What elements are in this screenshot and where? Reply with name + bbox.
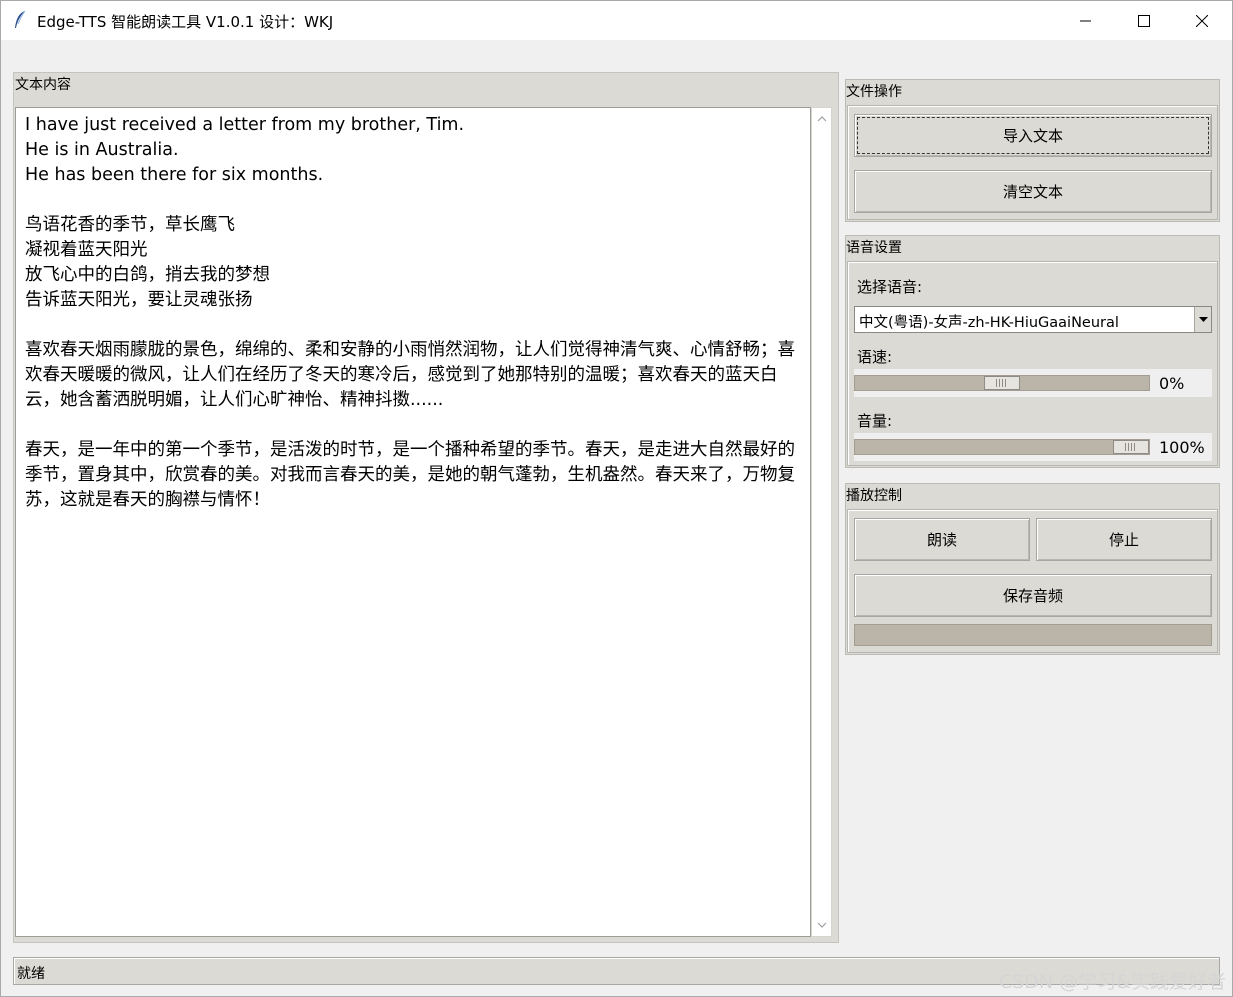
import-text-button[interactable]: 导入文本 <box>854 114 1212 157</box>
rate-label: 语速: <box>857 348 893 366</box>
voice-select-label: 选择语音: <box>857 278 923 296</box>
rate-slider-thumb[interactable] <box>984 376 1020 390</box>
rate-slider[interactable] <box>854 375 1150 391</box>
dropdown-button[interactable] <box>1194 307 1211 332</box>
playback-label: 播放控制 <box>846 488 902 504</box>
minimize-icon <box>1080 20 1091 21</box>
text-line <box>25 313 805 338</box>
text-line: He is in Australia. <box>25 140 179 160</box>
volume-value: 100% <box>1159 438 1205 457</box>
text-content-label: 文本内容 <box>15 77 71 93</box>
text-line <box>25 413 805 438</box>
text-line: 放飞心中的白鸽，捎去我的梦想 <box>25 265 270 285</box>
text-line: I have just received a letter from my br… <box>25 115 465 135</box>
text-editor[interactable]: I have just received a letter from my br… <box>15 107 811 937</box>
voice-select-value: 中文(粤语)-女声-zh-HK-HiuGaaiNeural <box>859 315 1119 331</box>
grip-icon <box>996 379 1008 387</box>
text-line: 鸟语花香的季节，草长鹰飞 <box>25 215 235 235</box>
text-line: 告诉蓝天阳光，要让灵魂张扬 <box>25 290 253 310</box>
status-text: 就绪 <box>17 966 45 982</box>
vertical-scrollbar[interactable] <box>811 107 832 937</box>
text-line: 喜欢春天烟雨朦胧的景色，绵绵的、柔和安静的小雨悄然润物，让人们觉得神清气爽、心情… <box>25 340 795 410</box>
text-line: He has been there for six months. <box>25 165 324 185</box>
text-line: 春天，是一年中的第一个季节，是活泼的时节，是一个播种希望的季节。春天，是走进大自… <box>25 440 795 510</box>
grip-icon <box>1125 443 1137 451</box>
scroll-down-icon[interactable] <box>817 920 827 930</box>
watermark: CSDN @学习&实践爱好者 <box>998 971 1226 993</box>
voice-settings-label: 语音设置 <box>846 240 902 256</box>
maximize-button[interactable] <box>1115 1 1173 40</box>
text-line: 凝视着蓝天阳光 <box>25 240 148 260</box>
voice-select[interactable]: 中文(粤语)-女声-zh-HK-HiuGaaiNeural <box>854 306 1212 333</box>
scroll-up-icon[interactable] <box>817 114 827 124</box>
app-window: Edge-TTS 智能朗读工具 V1.0.1 设计：WKJ 文本内容 I hav… <box>0 0 1233 997</box>
rate-slider-row: 0% <box>854 369 1212 397</box>
chevron-down-icon <box>1198 316 1208 322</box>
volume-slider-row: 100% <box>854 433 1212 461</box>
stop-button[interactable]: 停止 <box>1036 518 1212 561</box>
read-button[interactable]: 朗读 <box>854 518 1030 561</box>
volume-slider[interactable] <box>854 439 1150 455</box>
rate-value: 0% <box>1159 374 1185 393</box>
volume-label: 音量: <box>857 412 893 430</box>
window-title: Edge-TTS 智能朗读工具 V1.0.1 设计：WKJ <box>37 13 334 31</box>
save-audio-button[interactable]: 保存音频 <box>854 574 1212 617</box>
progress-bar <box>854 624 1212 646</box>
title-bar: Edge-TTS 智能朗读工具 V1.0.1 设计：WKJ <box>1 1 1232 40</box>
clear-text-button[interactable]: 清空文本 <box>854 170 1212 213</box>
maximize-icon <box>1138 14 1150 27</box>
text-editor-content[interactable]: I have just received a letter from my br… <box>25 113 805 513</box>
text-line <box>25 188 805 213</box>
minimize-button[interactable] <box>1057 1 1115 40</box>
file-ops-label: 文件操作 <box>846 84 902 100</box>
feather-icon <box>15 10 26 28</box>
close-icon <box>1196 14 1208 27</box>
volume-slider-thumb[interactable] <box>1113 440 1149 454</box>
close-button[interactable] <box>1173 1 1231 40</box>
